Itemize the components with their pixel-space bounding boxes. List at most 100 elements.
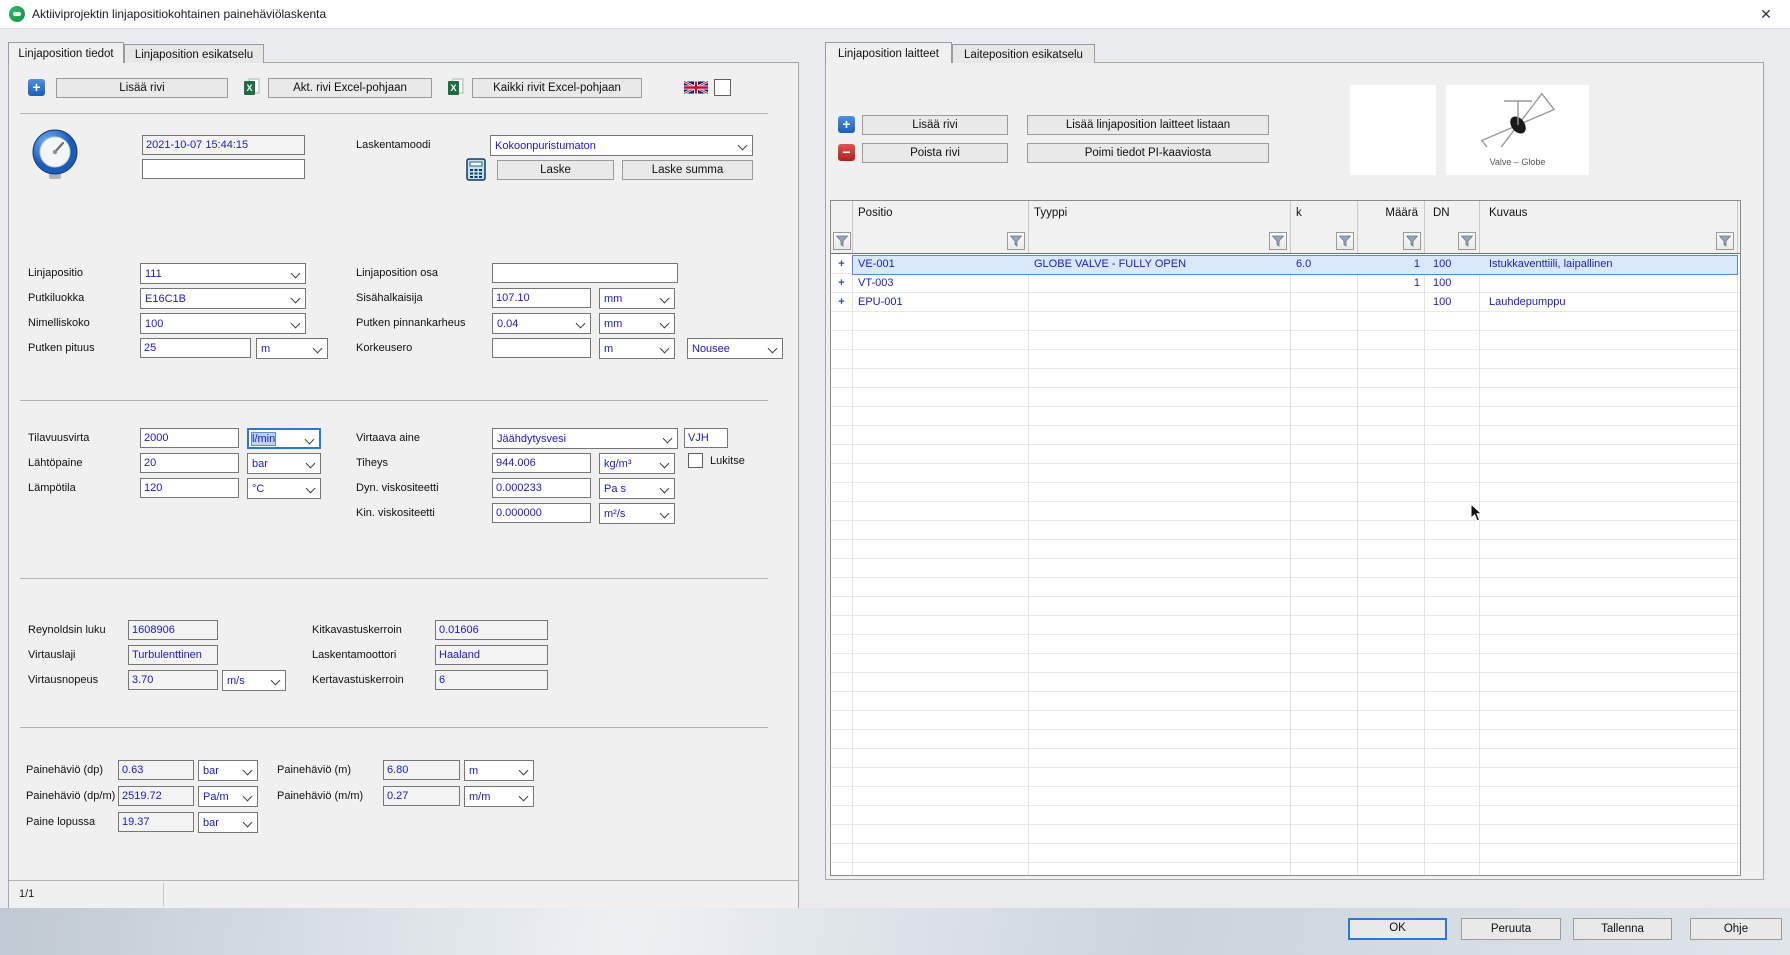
cell-maara: 1 — [1361, 255, 1420, 274]
save-button[interactable]: Tallenna — [1573, 918, 1672, 940]
uk-flag-icon[interactable] — [684, 80, 708, 100]
filter-funnel-icon[interactable] — [1336, 232, 1354, 250]
tiheys-unit-combo[interactable]: kg/m³ — [599, 453, 675, 474]
app-icon — [9, 6, 25, 22]
putken-pituus-unit-combo[interactable]: m — [256, 338, 328, 359]
linjaposition-osa-label: Linjaposition osa — [356, 267, 438, 279]
separator — [20, 578, 768, 579]
col-header-dn[interactable]: DN — [1433, 201, 1450, 226]
ok-button[interactable]: OK — [1348, 918, 1447, 940]
col-header-kuvaus[interactable]: Kuvaus — [1489, 201, 1527, 226]
tab-linjaposition-tiedot[interactable]: Linjaposition tiedot — [8, 42, 124, 63]
add-row-button[interactable]: Lisää rivi — [56, 78, 228, 98]
linjaposition-osa-input[interactable] — [492, 263, 678, 283]
cell-dn: 100 — [1433, 255, 1477, 274]
table-row[interactable]: + EPU-001 100 Lauhdepumppu — [831, 293, 1740, 312]
filter-funnel-icon[interactable] — [1007, 232, 1025, 250]
tab-linjaposition-esikatselu[interactable]: Linjaposition esikatselu — [124, 44, 264, 63]
column-gridline — [852, 255, 853, 875]
lahtopaine-input[interactable] — [140, 453, 239, 473]
nimelliskoko-combo[interactable]: 100 — [140, 313, 306, 334]
tilavuusvirta-label: Tilavuusvirta — [28, 432, 89, 444]
virtaava-aine-code-input[interactable] — [684, 428, 728, 448]
active-row-to-excel-button[interactable]: Akt. rivi Excel-pohjaan — [268, 78, 432, 98]
chevron-down-icon — [663, 434, 673, 444]
add-devices-to-list-button[interactable]: Lisää linjaposition laitteet listaan — [1027, 115, 1269, 135]
painehavio-mm-unit-combo[interactable]: m/m — [464, 786, 534, 807]
tiheys-input[interactable] — [492, 453, 591, 473]
virtaava-aine-combo[interactable]: Jäähdytysvesi — [492, 428, 678, 449]
table-gridlines — [831, 255, 1740, 875]
col-header-maara[interactable]: Määrä — [1361, 201, 1418, 226]
expand-icon[interactable]: + — [831, 255, 852, 274]
help-button[interactable]: Ohje — [1690, 918, 1782, 940]
virtausnopeus-unit-combo[interactable]: m/s — [222, 670, 286, 691]
lukitse-checkbox[interactable] — [688, 453, 703, 468]
svg-text:X: X — [450, 83, 456, 93]
timestamp-field-2[interactable] — [142, 159, 305, 179]
tilavuusvirta-unit-combo[interactable]: l/min — [247, 428, 321, 449]
pinnankarheus-unit-combo[interactable]: mm — [599, 313, 675, 334]
device-add-row-button[interactable]: Lisää rivi — [862, 115, 1008, 135]
sisahalkaisija-input[interactable] — [492, 288, 591, 308]
filter-funnel-icon[interactable] — [1458, 232, 1476, 250]
mouse-cursor — [1470, 503, 1484, 528]
col-header-tyyppi[interactable]: Tyyppi — [1034, 201, 1067, 226]
remove-device-row-icon[interactable]: − — [838, 144, 855, 161]
cancel-button[interactable]: Peruuta — [1461, 918, 1561, 940]
korkeusero-direction-combo[interactable]: Nousee — [687, 338, 783, 359]
nimelliskoko-label: Nimelliskoko — [28, 317, 90, 329]
kin-viskositeetti-unit-combo[interactable]: m²/s — [599, 503, 675, 524]
lahtopaine-unit-combo[interactable]: bar — [247, 453, 321, 474]
col-header-k[interactable]: k — [1296, 201, 1302, 226]
laskentamoodi-combo[interactable]: Kokoonpuristumaton — [490, 135, 753, 156]
window-title: Aktiiviprojektin linjapositiokohtainen p… — [32, 7, 326, 21]
dyn-viskositeetti-unit-combo[interactable]: Pa s — [599, 478, 675, 499]
calculate-button[interactable]: Laske — [497, 160, 614, 180]
add-device-row-icon[interactable]: + — [838, 116, 855, 133]
filter-funnel-icon[interactable] — [1716, 232, 1734, 250]
painehavio-m-unit-combo[interactable]: m — [464, 760, 534, 781]
painehavio-dpm-field — [118, 786, 194, 806]
kin-viskositeetti-input[interactable] — [492, 503, 591, 523]
linjapositio-combo[interactable]: 111 — [140, 263, 306, 284]
paine-lopussa-unit-combo[interactable]: bar — [198, 812, 258, 833]
svg-text:X: X — [246, 83, 252, 93]
virtaava-aine-label: Virtaava aine — [356, 432, 420, 444]
korkeusero-unit-combo[interactable]: m — [599, 338, 675, 359]
lampotila-input[interactable] — [140, 478, 239, 498]
dyn-viskositeetti-input[interactable] — [492, 478, 591, 498]
expand-icon[interactable]: + — [831, 274, 852, 293]
column-divider — [1290, 201, 1291, 253]
painehavio-dp-label: Painehäviö (dp) — [26, 764, 103, 776]
expand-icon[interactable]: + — [831, 293, 852, 312]
tilavuusvirta-input[interactable] — [140, 428, 239, 448]
painehavio-dpm-unit-combo[interactable]: Pa/m — [198, 786, 258, 807]
timestamp-field[interactable] — [142, 135, 305, 155]
tab-linjaposition-laitteet[interactable]: Linjaposition laitteet — [825, 42, 952, 63]
lampotila-unit-combo[interactable]: °C — [247, 478, 321, 499]
pinnankarheus-combo[interactable]: 0.04 — [492, 313, 591, 334]
chevron-down-icon — [291, 319, 301, 329]
close-icon[interactable]: ✕ — [1756, 5, 1776, 23]
tab-laiteposition-esikatselu[interactable]: Laiteposition esikatselu — [952, 44, 1095, 63]
col-header-positio[interactable]: Positio — [858, 201, 893, 226]
chevron-down-icon — [313, 344, 323, 354]
painehavio-dp-unit-combo[interactable]: bar — [198, 760, 258, 781]
filter-funnel-icon[interactable] — [1403, 232, 1421, 250]
table-row[interactable]: + VE-001 GLOBE VALVE - FULLY OPEN 6.0 1 … — [831, 255, 1740, 274]
device-remove-row-button[interactable]: Poista rivi — [862, 143, 1008, 163]
table-row[interactable]: + VT-003 1 100 — [831, 274, 1740, 293]
korkeusero-input[interactable] — [492, 338, 591, 358]
filter-funnel-icon[interactable] — [833, 232, 851, 250]
sisahalkaisija-unit-combo[interactable]: mm — [599, 288, 675, 309]
putken-pituus-input[interactable] — [140, 338, 251, 358]
separator — [20, 113, 768, 114]
language-checkbox[interactable] — [714, 79, 731, 96]
all-rows-to-excel-button[interactable]: Kaikki rivit Excel-pohjaan — [472, 78, 642, 98]
pick-from-pi-diagram-button[interactable]: Poimi tiedot PI-kaaviosta — [1027, 143, 1269, 163]
add-row-icon[interactable]: + — [28, 79, 45, 96]
putkiluokka-combo[interactable]: E16C1B — [140, 288, 306, 309]
filter-funnel-icon[interactable] — [1269, 232, 1287, 250]
calculate-sum-button[interactable]: Laske summa — [622, 160, 753, 180]
